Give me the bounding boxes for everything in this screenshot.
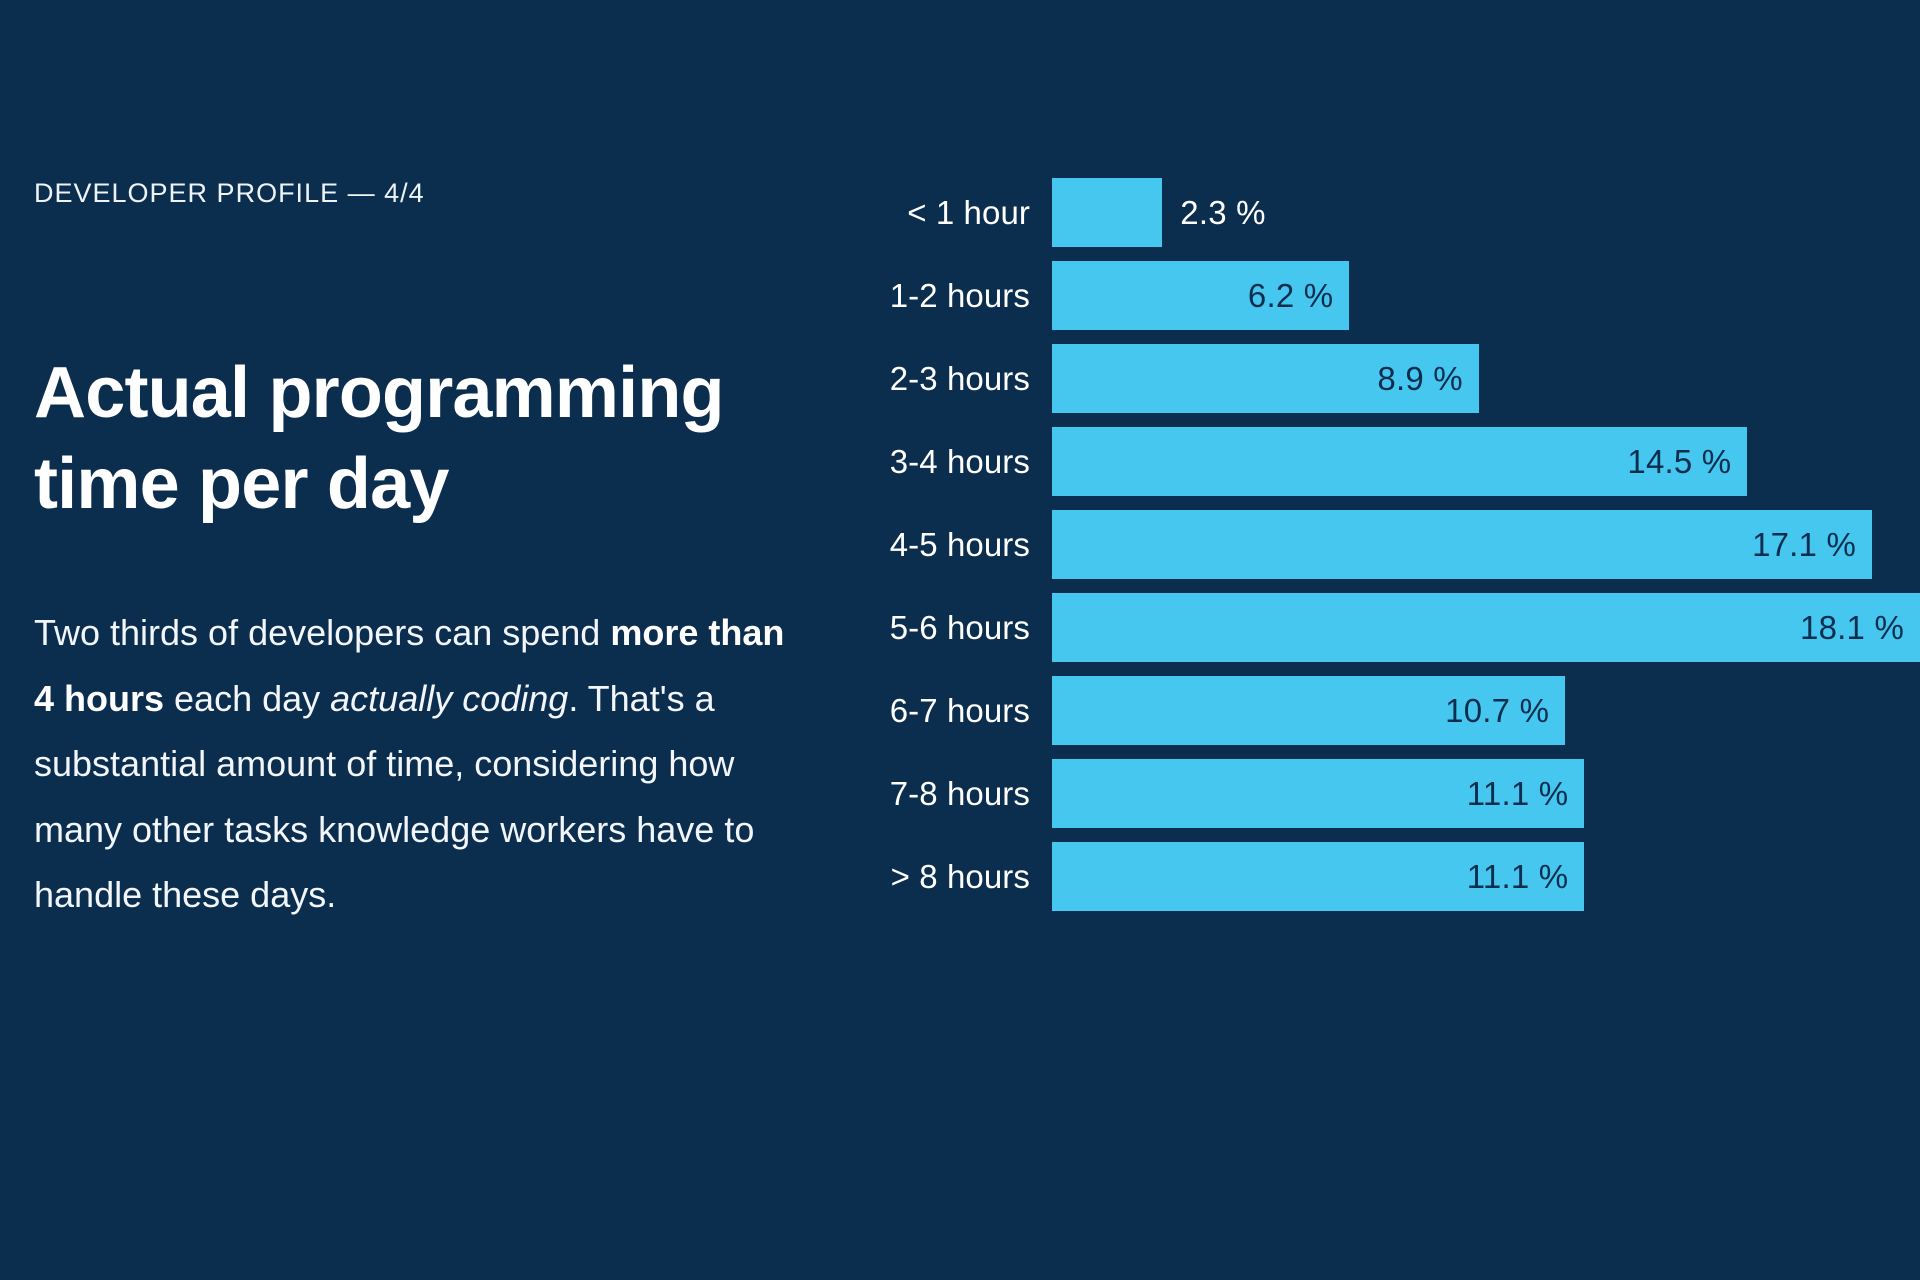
bar-fill: 8.9 % bbox=[1052, 344, 1479, 413]
body-text-part-2: each day bbox=[164, 677, 331, 719]
body-text-part-1: Two thirds of developers can spend bbox=[34, 612, 611, 653]
bar-category-label: 2-3 hours bbox=[889, 359, 1030, 397]
bar-track: 18.1 % bbox=[1052, 593, 1920, 662]
bar-track: 6.2 % bbox=[1052, 261, 1920, 330]
page-title: Actual programming time per day bbox=[34, 353, 724, 524]
bar-value-label: 8.9 % bbox=[1377, 359, 1463, 397]
bar-category-label: 7-8 hours bbox=[889, 774, 1030, 812]
bar-fill: 11.1 % bbox=[1052, 759, 1585, 828]
bar-fill: 6.2 % bbox=[1052, 261, 1350, 330]
bar-value-label: 18.1 % bbox=[1800, 608, 1904, 646]
bar-fill: 11.1 % bbox=[1052, 842, 1585, 911]
bar-value-label: 6.2 % bbox=[1247, 276, 1334, 314]
bar-category-label: 1-2 hours bbox=[889, 276, 1030, 314]
bar-track: 11.1 % bbox=[1052, 759, 1920, 828]
bar-category-label: < 1 hour bbox=[907, 193, 1030, 231]
bar-track: 2.3 % bbox=[1052, 178, 1920, 247]
bar-category-label: > 8 hours bbox=[890, 857, 1030, 895]
bar-track: 17.1 % bbox=[1052, 510, 1920, 579]
bar-value-label: 11.1 % bbox=[1466, 857, 1569, 895]
bar-track: 8.9 % bbox=[1052, 344, 1920, 413]
bar-track: 11.1 % bbox=[1052, 842, 1920, 911]
bar-track: 10.7 % bbox=[1052, 676, 1920, 745]
bar-fill: 18.1 % bbox=[1052, 593, 1920, 662]
bar-chart: < 1 hour 2.3 % 1-2 hours 6.2 % 2-3 hours 8.9 … bbox=[860, 0, 1920, 1280]
bar-row: 6-7 hours 10.7 % bbox=[860, 676, 1920, 745]
eyebrow-label: DEVELOPER PROFILE — 4/4 bbox=[34, 178, 425, 208]
bar-row: 1-2 hours 6.2 % bbox=[860, 261, 1920, 330]
bar-value-label: 14.5 % bbox=[1627, 442, 1732, 480]
bar-row: 7-8 hours 11.1 % bbox=[860, 759, 1920, 828]
bar-row: < 1 hour 2.3 % bbox=[860, 178, 1920, 247]
bar-value-label: 10.7 % bbox=[1445, 691, 1550, 729]
body-text-italic-1: actually coding bbox=[330, 677, 569, 719]
bar-chart-rows: < 1 hour 2.3 % 1-2 hours 6.2 % 2-3 hours 8.9 … bbox=[860, 178, 1920, 925]
bar-row: 4-5 hours 17.1 % bbox=[860, 510, 1920, 579]
bar-row: > 8 hours 11.1 % bbox=[860, 842, 1920, 911]
bar-category-label: 3-4 hours bbox=[889, 442, 1030, 480]
bar-value-label: 2.3 % bbox=[1180, 193, 1266, 231]
body-paragraph: Two thirds of developers can spend more … bbox=[34, 600, 809, 928]
text-column: DEVELOPER PROFILE — 4/4 Actual programmi… bbox=[34, 0, 834, 1280]
bar-fill: 14.5 % bbox=[1052, 427, 1748, 496]
slide-root: DEVELOPER PROFILE — 4/4 Actual programmi… bbox=[0, 0, 1920, 1280]
bar-fill bbox=[1052, 178, 1163, 247]
bar-category-label: 6-7 hours bbox=[889, 691, 1030, 729]
bar-track: 14.5 % bbox=[1052, 427, 1920, 496]
bar-row: 5-6 hours 18.1 % bbox=[860, 593, 1920, 662]
bar-category-label: 5-6 hours bbox=[889, 608, 1030, 646]
bar-category-label: 4-5 hours bbox=[889, 525, 1030, 563]
bar-row: 3-4 hours 14.5 % bbox=[860, 427, 1920, 496]
bar-value-label: 11.1 % bbox=[1466, 774, 1569, 812]
bar-row: 2-3 hours 8.9 % bbox=[860, 344, 1920, 413]
bar-value-label: 17.1 % bbox=[1752, 525, 1857, 563]
bar-fill: 17.1 % bbox=[1052, 510, 1873, 579]
bar-fill: 10.7 % bbox=[1052, 676, 1566, 745]
